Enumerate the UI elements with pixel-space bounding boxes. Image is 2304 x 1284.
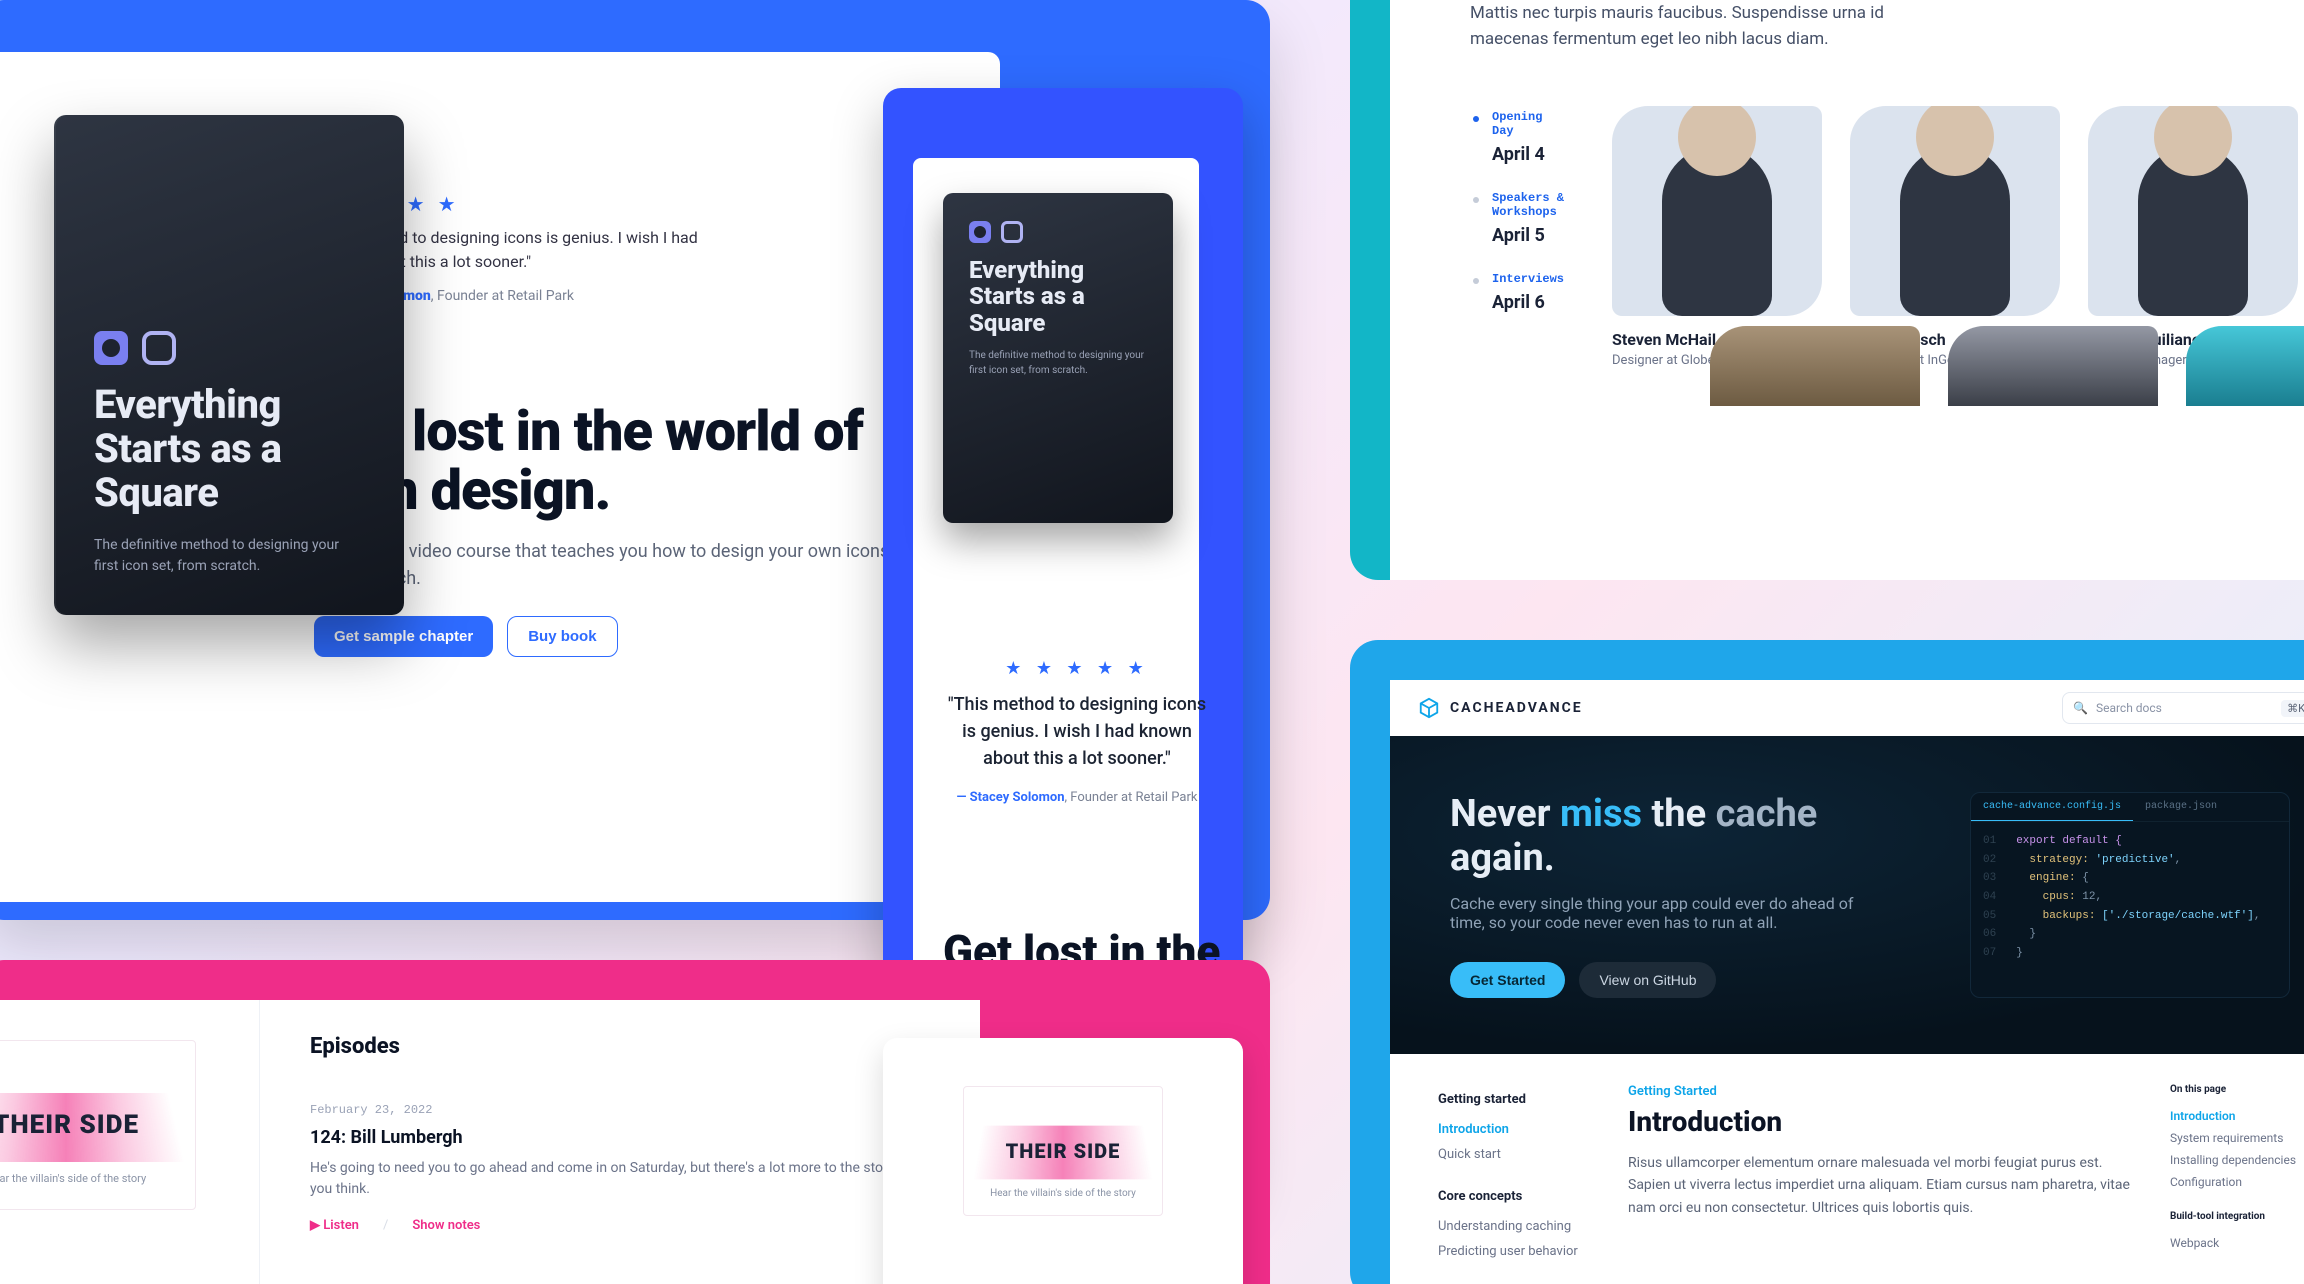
docs-subtext: Cache every single thing your app could … [1450,894,1870,932]
rounded-square-icon [142,331,176,365]
speaker-grid-row2 [1710,326,2304,406]
testimonial-attribution: — Stacey Solomon, Founder at Retail Park [943,790,1211,805]
podcast-tagline: Hear the villain's side of the story [990,1188,1136,1199]
podcast-mobile-panel: THEIR SIDE Hear the villain's side of th… [883,1038,1243,1284]
code-snippet: cache-advance.config.js package.json 01 … [1970,792,2290,998]
schedule-list: Opening Day April 4 Speakers & Workshops… [1470,106,1564,368]
nav-group: Getting started [1438,1092,1580,1107]
nav-link[interactable]: Quick start [1438,1142,1580,1167]
get-started-button[interactable]: Get Started [1450,962,1565,998]
doc-paragraph: Risus ullamcorper elementum ornare males… [1628,1152,2130,1219]
testimonial-mobile: ★ ★ ★ ★ ★ "This method to designing icon… [943,658,1211,805]
book-title-small: Everything Starts as a Square [969,257,1147,336]
book-subtitle-small: The definitive method to designing your … [969,348,1147,378]
book-icons-small [969,221,1147,243]
cube-icon [1418,697,1440,719]
docs-hero: Never miss the cache again. Cache every … [1390,736,2304,1054]
nav-link[interactable]: Understanding caching [1438,1214,1580,1239]
schedule-item[interactable]: Interviews April 6 [1470,268,1564,335]
episode-title[interactable]: 124: Bill Lumbergh [310,1127,930,1148]
speaker-photo [1710,326,1920,406]
side-nav: Getting started Introduction Quick start… [1390,1084,1600,1264]
toc: On this page Introduction System require… [2170,1084,2304,1264]
toc-link[interactable]: System requirements [2170,1127,2304,1149]
nav-link[interactable]: Introduction [1438,1117,1580,1142]
episode-date: February 23, 2022 [310,1103,930,1117]
book-subtitle: The definitive method to designing your … [94,535,354,577]
toc-title: On this page [2170,1084,2304,1095]
episode-list: Episodes February 23, 2022 124: Bill Lum… [260,1000,980,1284]
topbar: CACHEADVANCE 🔍 Search docs ⌘K [1390,680,2304,736]
book-icons [94,331,364,365]
speakers-sheet: Speakers Mattis nec turpis mauris faucib… [1390,0,2304,580]
docs-app: CACHEADVANCE 🔍 Search docs ⌘K Never miss… [1390,680,2304,1284]
toc-link[interactable]: Configuration [2170,1171,2304,1193]
book-cover-small: Everything Starts as a Square The defini… [943,193,1173,523]
show-notes-link[interactable]: Show notes [412,1218,480,1233]
code-tab[interactable]: cache-advance.config.js [1971,793,2133,821]
podcast-sidebar: THEIR SIDE Hear the villain's side of th… [0,1000,260,1284]
schedule-item[interactable]: Speakers & Workshops April 5 [1470,187,1564,268]
podcast-sheet: THEIR SIDE Hear the villain's side of th… [0,1000,980,1284]
nav-group: Core concepts [1438,1189,1580,1204]
book-cover: Everything Starts as a Square The defini… [54,115,404,615]
brand-logo[interactable]: CACHEADVANCE [1418,697,1583,719]
testimonial-quote: "This method to designing icons is geniu… [943,691,1211,772]
search-placeholder: Search docs [2096,701,2162,715]
search-icon: 🔍 [2073,701,2088,715]
code-tab[interactable]: package.json [2133,793,2229,821]
sample-chapter-button[interactable]: Get sample chapter [314,616,493,657]
podcast-logo-small: THEIR SIDE Hear the villain's side of th… [963,1086,1163,1216]
search-shortcut: ⌘K [2281,700,2304,717]
circle-in-square-icon [969,221,991,243]
code-body: 01 export default { 02 strategy: 'predic… [1971,822,2289,973]
toc-group: Build-tool integration [2170,1211,2304,1222]
doc-eyebrow: Getting Started [1628,1084,2130,1099]
schedule-item[interactable]: Opening Day April 4 [1470,106,1564,187]
docs-body: Getting started Introduction Quick start… [1390,1054,2304,1264]
podcast-brand: THEIR SIDE [0,1110,139,1140]
view-github-button[interactable]: View on GitHub [1579,962,1716,998]
star-icon: ★ ★ ★ ★ ★ [943,658,1211,679]
author-role: , Founder at Retail Park [1065,790,1198,805]
rounded-square-icon [1001,221,1023,243]
nav-link[interactable]: Predicting user behavior [1438,1239,1580,1264]
author-role: , Founder at Retail Park [431,288,574,304]
toc-link[interactable]: Installing dependencies [2170,1149,2304,1171]
toc-link[interactable]: Webpack [2170,1232,2304,1254]
speaker-photo [1850,106,2060,316]
speaker-photo [2088,106,2298,316]
toc-link[interactable]: Introduction [2170,1105,2304,1127]
docs-headline: Never miss the cache again. [1450,792,1910,880]
doc-title: Introduction [1628,1105,2130,1138]
schedule-label: Interviews [1492,272,1564,286]
circle-in-square-icon [94,331,128,365]
author-name: — Stacey Solomon [957,790,1065,805]
schedule-date: April 5 [1492,225,1564,246]
schedule-label: Opening Day [1492,110,1564,138]
schedule-date: April 4 [1492,144,1564,165]
episode-desc: He's going to need you to go ahead and c… [310,1158,930,1200]
episodes-heading: Episodes [310,1034,930,1059]
podcast-tagline: Hear the villain's side of the story [0,1172,146,1185]
podcast-brand: THEIR SIDE [1006,1139,1121,1163]
brand-name: CACHEADVANCE [1450,700,1583,716]
search-input[interactable]: 🔍 Search docs ⌘K [2062,692,2304,724]
schedule-date: April 6 [1492,292,1564,313]
speakers-desc: Mattis nec turpis mauris faucibus. Suspe… [1470,1,1890,52]
doc-content: Getting Started Introduction Risus ullam… [1600,1084,2170,1264]
book-title: Everything Starts as a Square [94,383,364,515]
listen-button[interactable]: ▶ Listen [310,1218,359,1233]
speaker-photo [1612,106,1822,316]
schedule-label: Speakers & Workshops [1492,191,1564,219]
episode-item: February 23, 2022 124: Bill Lumbergh He'… [310,1103,930,1233]
speaker-photo [1948,326,2158,406]
podcast-logo: THEIR SIDE Hear the villain's side of th… [0,1040,196,1210]
speakers-panel: Speakers Mattis nec turpis mauris faucib… [1350,0,2304,580]
docs-panel: CACHEADVANCE 🔍 Search docs ⌘K Never miss… [1350,640,2304,1284]
speaker-photo [2186,326,2304,406]
buy-book-button[interactable]: Buy book [507,616,617,657]
